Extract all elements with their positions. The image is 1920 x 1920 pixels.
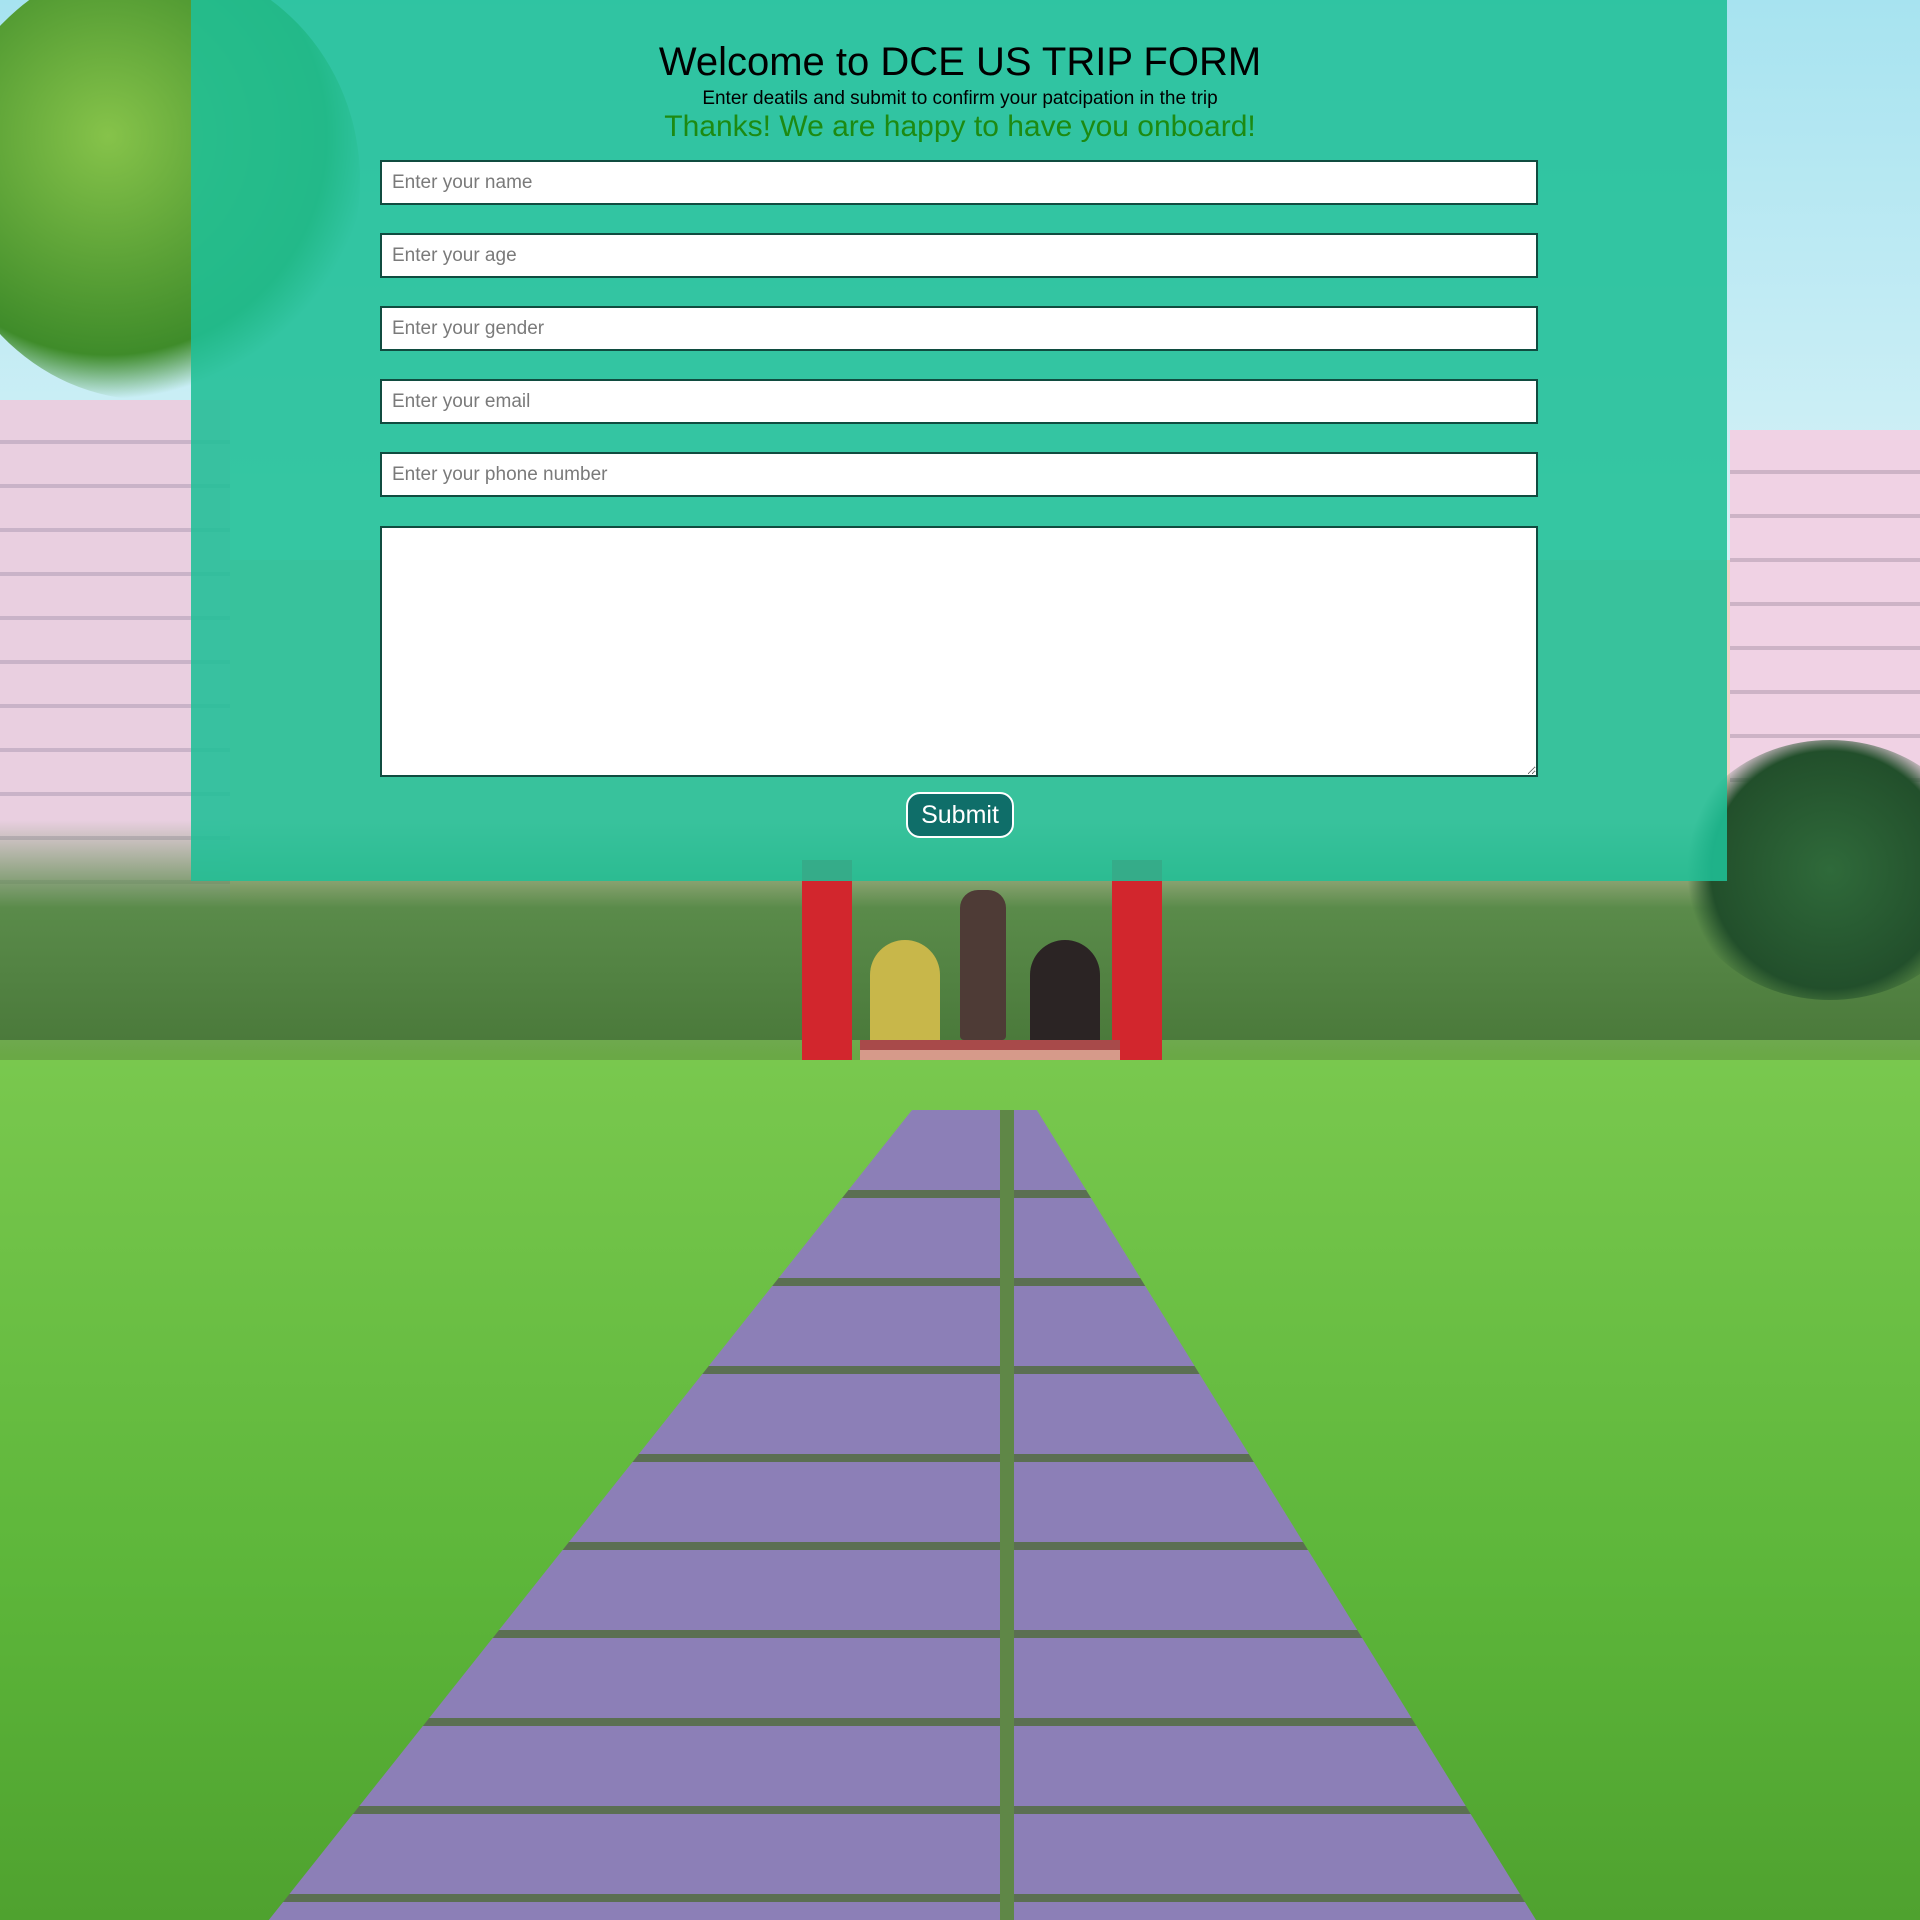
success-message: Thanks! We are happy to have you onboard… (664, 110, 1256, 143)
page-title: Welcome to DCE US TRIP FORM (658, 40, 1262, 84)
age-input[interactable] (380, 233, 1538, 278)
gender-input[interactable] (380, 306, 1538, 351)
red-pillar-right (1112, 860, 1162, 1070)
page-subtitle: Enter deatils and submit to confirm your… (702, 88, 1218, 109)
submit-button[interactable]: Submit (906, 792, 1014, 838)
arched-door-right (1030, 940, 1100, 1040)
phone-input[interactable] (380, 452, 1538, 497)
arched-door-left (870, 940, 940, 1040)
comments-textarea[interactable] (380, 526, 1538, 777)
email-input[interactable] (380, 379, 1538, 424)
path-grass-strip (1000, 1110, 1014, 1920)
name-input[interactable] (380, 160, 1538, 205)
statue (960, 890, 1006, 1040)
red-pillar-left (802, 860, 852, 1070)
